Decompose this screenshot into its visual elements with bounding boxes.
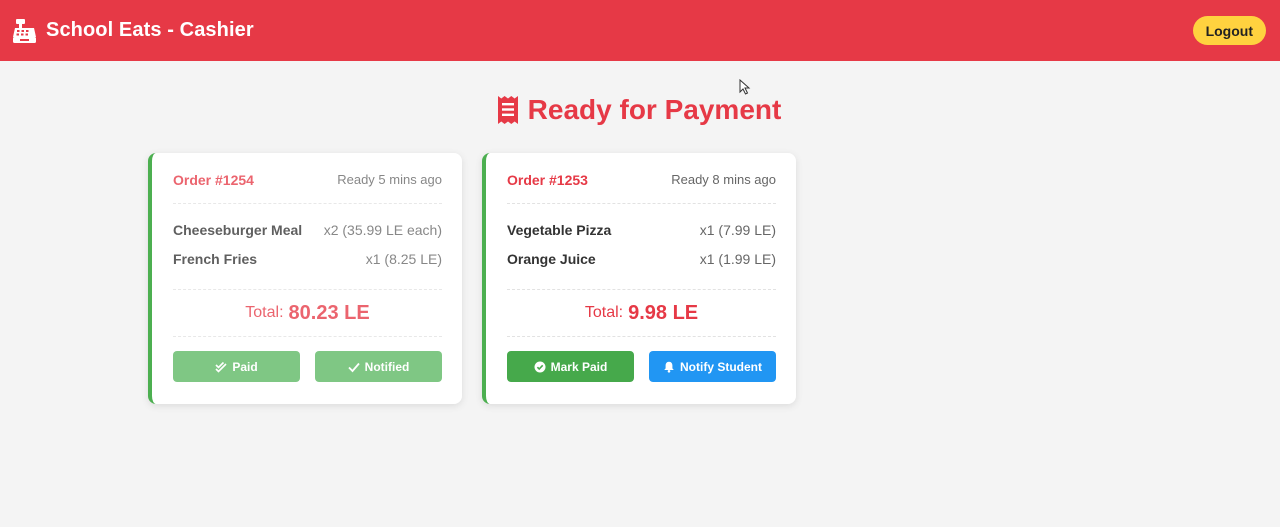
order-card-1253: Order #1253 Ready 8 mins ago Vegetable P… (482, 153, 796, 404)
item-name: French Fries (173, 250, 258, 267)
order-item: Cheeseburger Meal x2 (35.99 LE each) (173, 215, 442, 244)
order-header: Order #1253 Ready 8 mins ago (507, 153, 776, 204)
cash-register-icon (13, 18, 36, 43)
notified-button: Notified (315, 351, 442, 382)
notified-button-label: Notified (364, 359, 410, 374)
bell-icon (664, 361, 674, 373)
notify-student-button[interactable]: Notify Student (649, 351, 776, 382)
page-title: Ready for Payment (0, 94, 1278, 126)
item-quantity: x2 (35.99 LE each) (323, 221, 442, 238)
mark-paid-button-label: Mark Paid (550, 359, 608, 374)
order-card-1254: Order #1254 Ready 5 mins ago Cheeseburge… (148, 153, 462, 404)
top-navbar: School Eats - Cashier Logout (0, 0, 1280, 61)
check-circle-icon (534, 361, 546, 372)
order-total: Total: 9.98 LE (507, 289, 776, 337)
total-label: Total: (245, 304, 284, 321)
brand: School Eats - Cashier (12, 18, 254, 44)
paid-button-label: Paid (232, 359, 258, 374)
total-value: 80.23 LE (288, 301, 370, 324)
item-quantity: x1 (7.99 LE) (699, 221, 776, 238)
order-item: Vegetable Pizza x1 (7.99 LE) (507, 215, 776, 244)
item-quantity: x1 (1.99 LE) (699, 250, 776, 267)
double-check-icon (215, 361, 227, 373)
paid-button: Paid (173, 351, 300, 382)
receipt-icon (497, 96, 518, 124)
order-item: French Fries x1 (8.25 LE) (173, 244, 442, 273)
check-icon (348, 362, 360, 372)
item-name: Cheeseburger Meal (173, 221, 303, 238)
notify-student-button-label: Notify Student (680, 359, 762, 374)
order-header: Order #1254 Ready 5 mins ago (173, 153, 442, 204)
order-items: Cheeseburger Meal x2 (35.99 LE each) Fre… (173, 215, 442, 273)
item-quantity: x1 (8.25 LE) (365, 250, 442, 267)
total-label: Total: (584, 304, 624, 321)
order-actions: Mark Paid Notify Student (507, 351, 776, 382)
logout-button[interactable]: Logout (1192, 16, 1266, 45)
order-total: Total: 80.23 LE (173, 289, 442, 337)
ready-time: Ready 5 mins ago (337, 172, 442, 187)
item-name: Orange Juice (507, 250, 596, 267)
app-title: School Eats - Cashier (46, 19, 254, 41)
order-items: Vegetable Pizza x1 (7.99 LE) Orange Juic… (507, 215, 776, 273)
mouse-cursor-icon (739, 79, 751, 95)
order-actions: Paid Notified (173, 351, 442, 382)
order-number: Order #1254 (173, 171, 254, 188)
page-heading-text: Ready for Payment (527, 94, 782, 125)
item-name: Vegetable Pizza (507, 221, 612, 238)
ready-time: Ready 8 mins ago (671, 172, 776, 187)
order-number: Order #1253 (507, 171, 588, 188)
mark-paid-button[interactable]: Mark Paid (507, 351, 634, 382)
order-item: Orange Juice x1 (1.99 LE) (507, 244, 776, 273)
total-value: 9.98 LE (628, 301, 699, 324)
